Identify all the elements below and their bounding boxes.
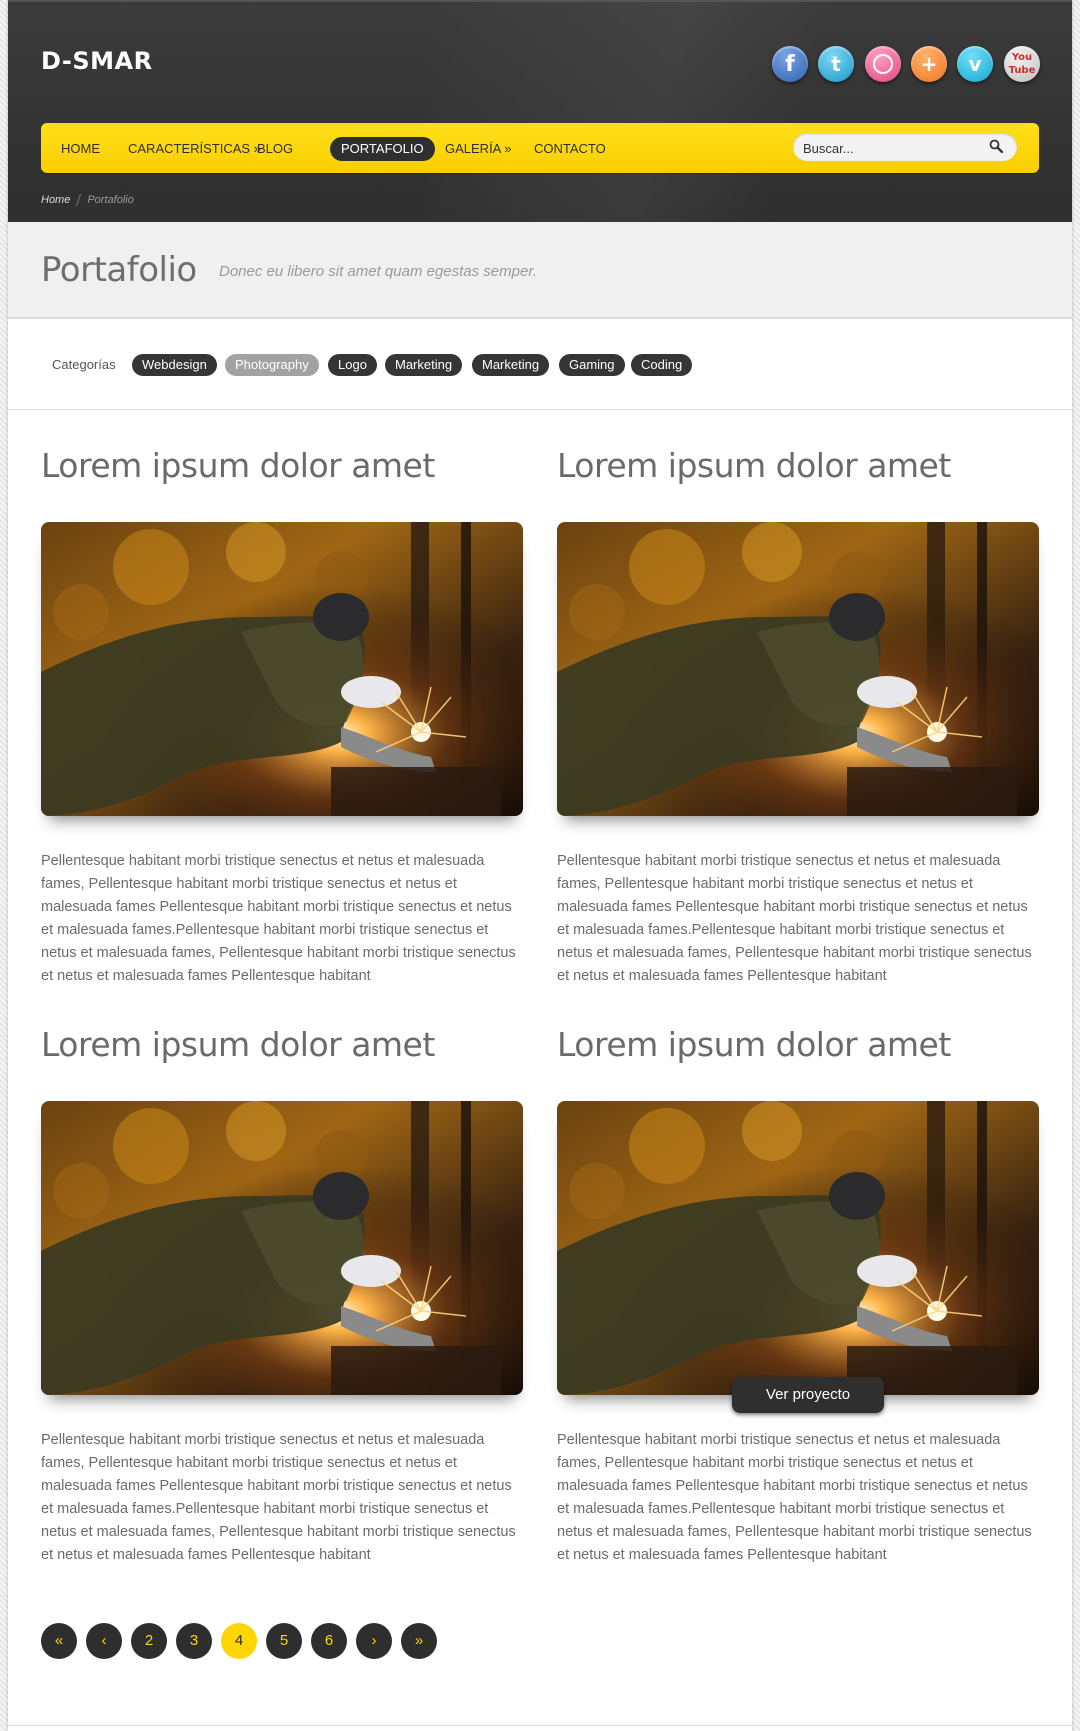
project-card: Lorem ipsum dolor amet Pellentesque habi… <box>557 446 1039 986</box>
category-webdesign[interactable]: Webdesign <box>132 354 217 376</box>
project-title[interactable]: Lorem ipsum dolor amet <box>41 446 435 485</box>
category-coding[interactable]: Coding <box>631 354 693 376</box>
twitter-glyph: t <box>831 52 841 76</box>
youtube-icon[interactable]: You Tube <box>1004 46 1040 82</box>
project-description: Pellentesque habitant morbi tristique se… <box>557 853 1032 984</box>
breadcrumb-separator <box>76 194 82 207</box>
page-title-band: Portafolio Donec eu libero sit amet quam… <box>8 222 1072 319</box>
page-first[interactable]: « <box>41 1623 77 1659</box>
category-gaming[interactable]: Gaming <box>559 354 625 376</box>
category-label: Categorías <box>52 357 116 372</box>
page-5[interactable]: 5 <box>266 1623 302 1659</box>
project-card: Lorem ipsum dolor amet Ver proyecto Pell… <box>557 1025 1039 1565</box>
welder-photo <box>557 522 1039 816</box>
project-description: Pellentesque habitant morbi tristique se… <box>41 853 516 984</box>
dribbble-icon[interactable] <box>865 46 901 82</box>
nav-item-home[interactable]: HOME <box>50 137 111 161</box>
nav-item-portafolio[interactable]: PORTAFOLIO <box>330 137 435 161</box>
google-plus-glyph: + <box>920 52 938 76</box>
page-title: Portafolio <box>41 250 197 290</box>
page-prev[interactable]: ‹ <box>86 1623 122 1659</box>
page-last[interactable]: » <box>401 1623 437 1659</box>
twitter-icon[interactable]: t <box>818 46 854 82</box>
project-image[interactable] <box>41 1101 523 1395</box>
page-3[interactable]: 3 <box>176 1623 212 1659</box>
project-image[interactable] <box>557 1101 1039 1395</box>
youtube-glyph: You Tube <box>1008 52 1036 76</box>
category-filter: Categorías Webdesign Photography Logo Ma… <box>8 319 1072 410</box>
facebook-glyph: f <box>785 52 795 77</box>
page-6[interactable]: 6 <box>311 1623 347 1659</box>
page-4-current[interactable]: 4 <box>221 1623 257 1659</box>
search-icon[interactable] <box>989 139 1003 153</box>
site-header: D-SMAR f t + v You Tube HOME CARACTERÍST… <box>8 0 1072 224</box>
welder-photo <box>41 1101 523 1395</box>
vimeo-icon[interactable]: v <box>957 46 993 82</box>
vimeo-glyph: v <box>968 52 982 76</box>
site-logo[interactable]: D-SMAR <box>41 47 153 75</box>
page: D-SMAR f t + v You Tube HOME CARACTERÍST… <box>8 0 1072 1731</box>
project-description: Pellentesque habitant morbi tristique se… <box>557 1432 1032 1563</box>
breadcrumb: Home Portafolio <box>41 194 134 207</box>
project-image[interactable] <box>557 522 1039 816</box>
search-input[interactable] <box>801 137 985 159</box>
nav-item-galeria[interactable]: GALERÍA » <box>434 137 522 161</box>
dribbble-ring <box>873 54 893 74</box>
category-photography[interactable]: Photography <box>225 354 319 376</box>
page-2[interactable]: 2 <box>131 1623 167 1659</box>
nav-item-blog[interactable]: BLOG <box>246 137 304 161</box>
facebook-icon[interactable]: f <box>772 46 808 82</box>
project-description: Pellentesque habitant morbi tristique se… <box>41 1432 516 1563</box>
page-subtitle: Donec eu libero sit amet quam egestas se… <box>219 263 537 280</box>
project-title[interactable]: Lorem ipsum dolor amet <box>557 1025 951 1064</box>
project-image[interactable] <box>41 522 523 816</box>
category-marketing[interactable]: Marketing <box>385 354 463 376</box>
project-card: Lorem ipsum dolor amet Pellentesque habi… <box>41 446 523 986</box>
project-title[interactable]: Lorem ipsum dolor amet <box>557 446 951 485</box>
category-logo[interactable]: Logo <box>328 354 377 376</box>
main-nav: HOME CARACTERÍSTICAS » BLOG PORTAFOLIO G… <box>41 123 1039 173</box>
page-next[interactable]: › <box>356 1623 392 1659</box>
project-title[interactable]: Lorem ipsum dolor amet <box>41 1025 435 1064</box>
google-plus-icon[interactable]: + <box>911 46 947 82</box>
breadcrumb-home[interactable]: Home <box>41 194 70 206</box>
project-card: Lorem ipsum dolor amet Pellentesque habi… <box>41 1025 523 1565</box>
footer-divider <box>8 1725 1072 1726</box>
breadcrumb-current: Portafolio <box>87 194 134 206</box>
welder-photo <box>41 522 523 816</box>
nav-item-contacto[interactable]: CONTACTO <box>523 137 617 161</box>
search-box <box>793 133 1017 161</box>
category-marketing-2[interactable]: Marketing <box>472 354 550 376</box>
view-project-button[interactable]: Ver proyecto <box>732 1377 884 1413</box>
welder-photo <box>557 1101 1039 1395</box>
